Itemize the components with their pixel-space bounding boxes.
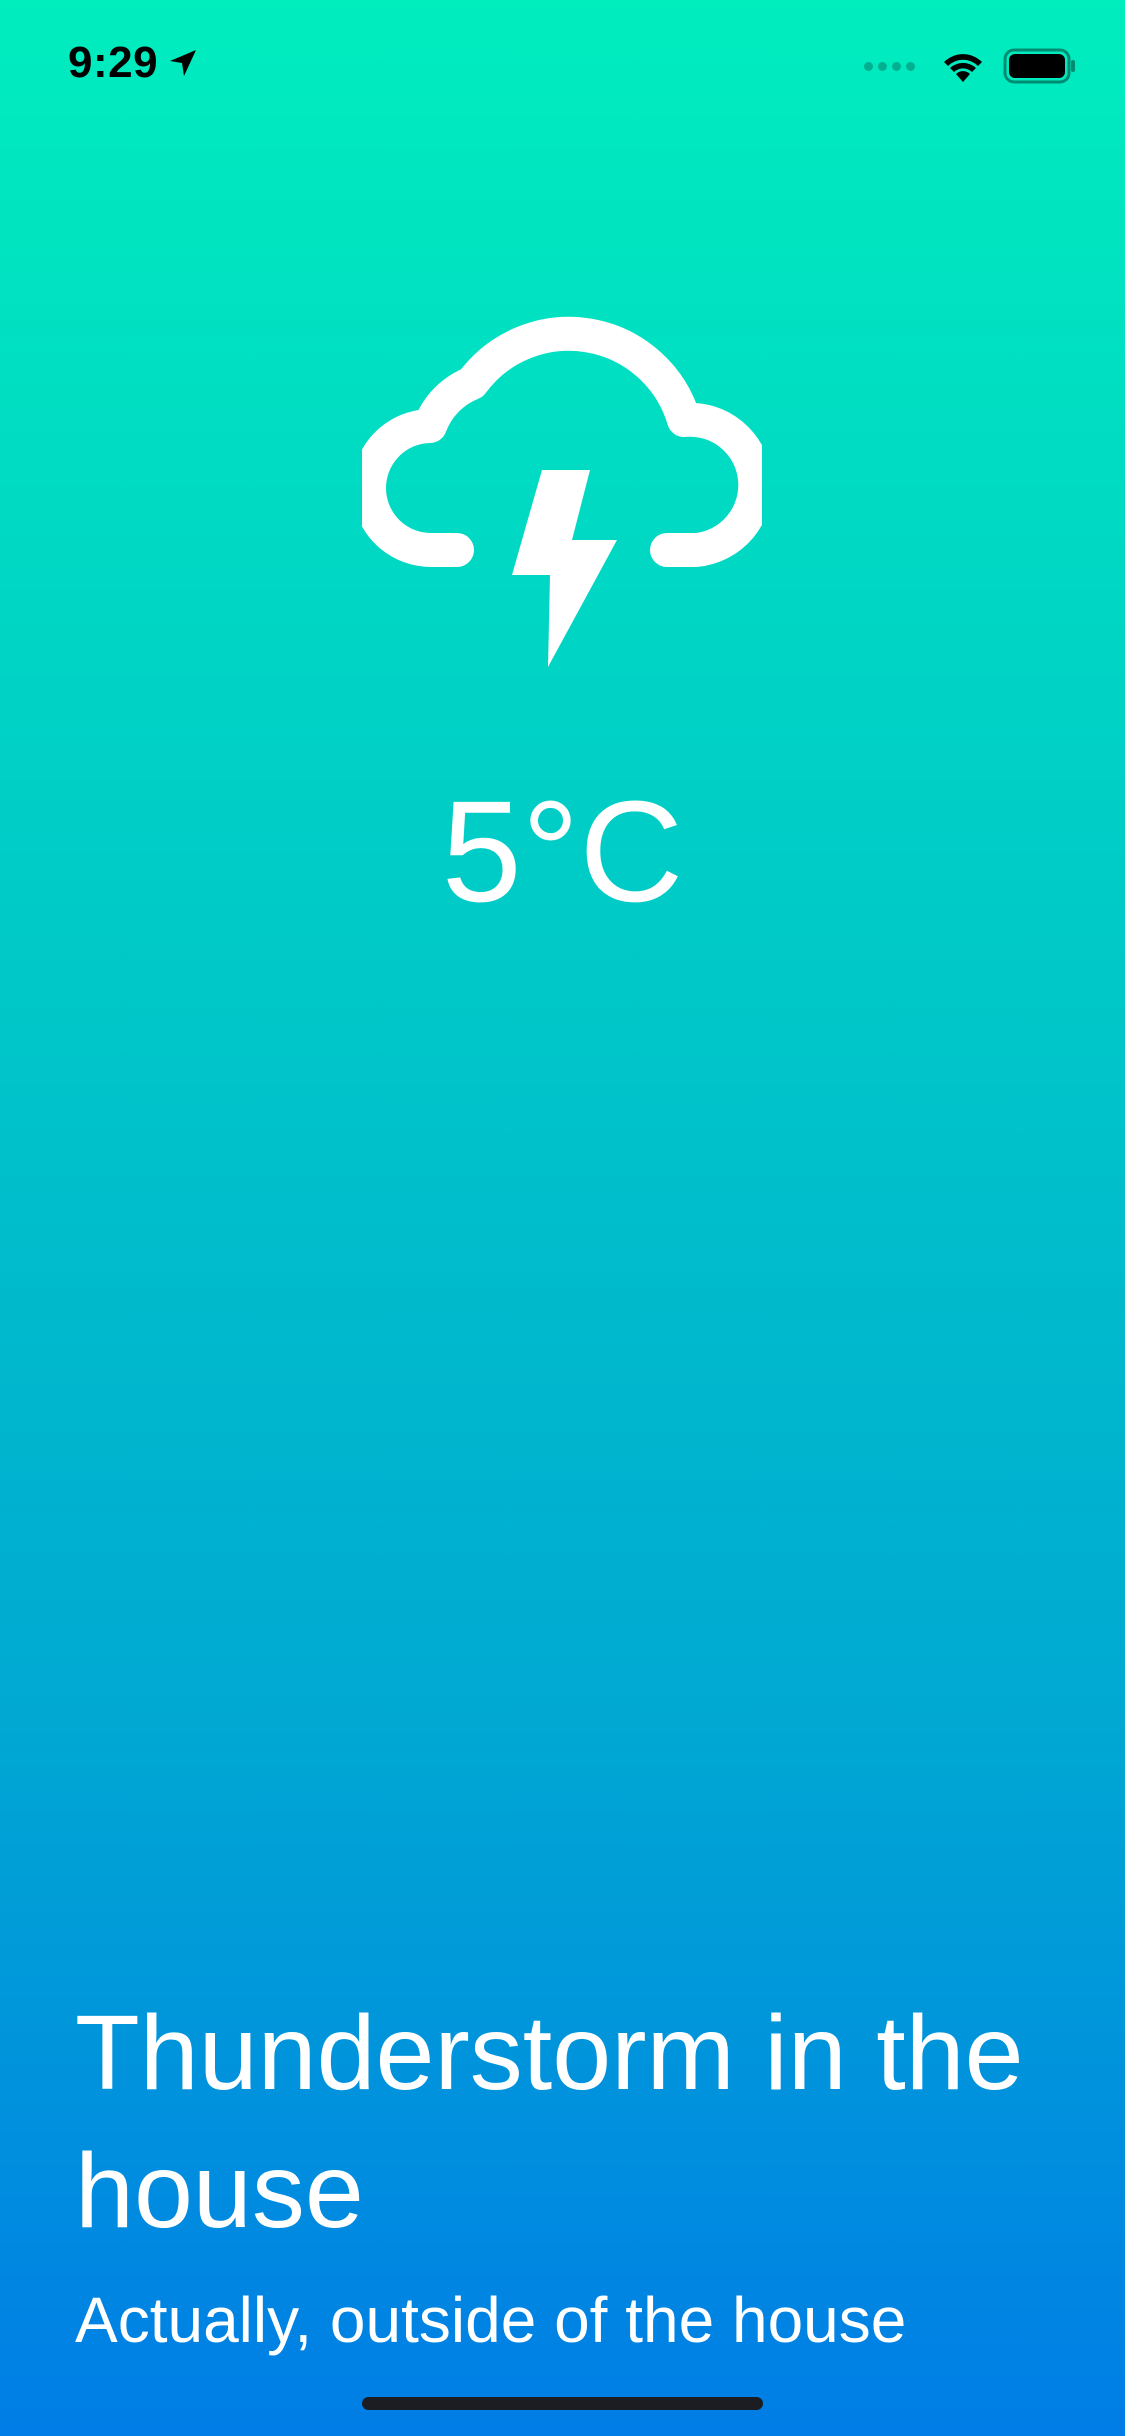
- status-right-group: [864, 48, 1077, 84]
- status-bar: 9:29: [0, 0, 1125, 132]
- wifi-icon: [944, 54, 982, 82]
- location-arrow-icon: [170, 50, 197, 76]
- temperature-value: 5°C: [441, 771, 684, 932]
- weather-headline: Thunderstorm in the house: [75, 1994, 1024, 2250]
- home-indicator[interactable]: [362, 2397, 763, 2410]
- cellular-signal-icon: [864, 61, 915, 71]
- thunderstorm-cloud-icon: [362, 316, 762, 667]
- battery-icon: [1003, 48, 1075, 84]
- status-time: 9:29: [68, 38, 159, 87]
- weather-subline: Actually, outside of the house: [75, 2284, 907, 2356]
- status-time-group: 9:29: [68, 38, 198, 88]
